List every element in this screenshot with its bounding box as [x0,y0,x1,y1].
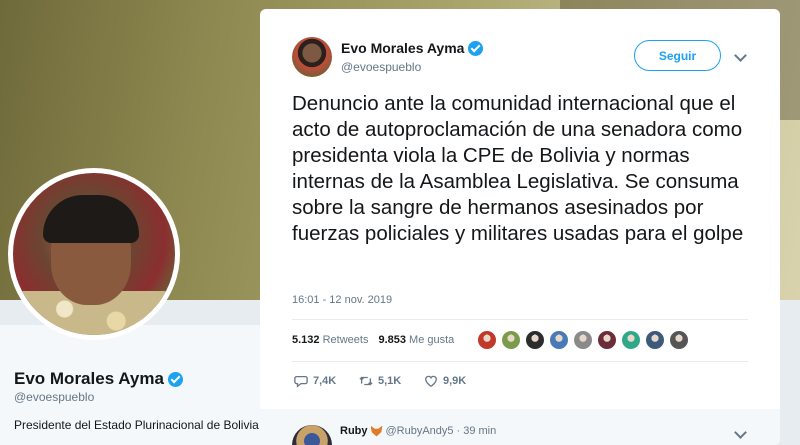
chevron-down-icon[interactable] [734,426,747,439]
like-count: 9,9K [443,375,467,387]
profile-bio: Presidente del Estado Plurinacional de B… [14,418,263,432]
tweet-timestamp[interactable]: 16:01 - 12 nov. 2019 [292,294,392,306]
like-action[interactable]: 9,9K [424,374,489,388]
retweets-label: Retweets [322,334,369,346]
tweet-author-name[interactable]: Evo Morales Ayma [341,40,484,56]
liker-avatar[interactable] [549,330,569,350]
reply-time[interactable]: 39 min [463,425,496,437]
tweet-modal: Evo Morales Ayma @evoespueblo Seguir Den… [260,9,780,445]
follow-button[interactable]: Seguir [634,40,721,71]
liker-avatar[interactable] [573,330,593,350]
reply-item[interactable]: Ruby @RubyAndy5 · 39 min [260,409,780,445]
reply-separator: · [456,425,461,437]
fox-emoji-icon [370,425,383,437]
liker-avatar[interactable] [501,330,521,350]
liker-avatar[interactable] [669,330,689,350]
retweets-count: 5.132 [292,334,320,346]
tweet-author-handle[interactable]: @evoespueblo [341,60,421,74]
profile-name-text: Evo Morales Ayma [14,369,164,388]
reply-action[interactable]: 7,4K [294,374,359,388]
reply-author-handle[interactable]: @RubyAndy5 [386,425,454,437]
tweet-author-avatar[interactable] [292,37,332,77]
liker-avatars [477,330,689,350]
likes-stat[interactable]: 9.853 Me gusta [378,334,454,346]
tweet-author-name-text: Evo Morales Ayma [341,40,465,56]
retweet-icon [359,376,373,386]
reply-author-name[interactable]: Ruby [340,425,368,437]
retweet-action[interactable]: 5,1K [359,374,424,388]
retweets-stat[interactable]: 5.132 Retweets [292,334,368,346]
reply-icon [294,375,308,388]
reply-header: Ruby @RubyAndy5 · 39 min [340,425,496,437]
tweet-stats: 5.132 Retweets 9.853 Me gusta [292,334,454,346]
divider [292,319,748,320]
verified-icon [167,371,183,387]
liker-avatar[interactable] [525,330,545,350]
liker-avatar[interactable] [621,330,641,350]
reply-count: 7,4K [313,375,337,387]
divider [292,361,748,362]
liker-avatar[interactable] [645,330,665,350]
likes-label: Me gusta [409,334,455,346]
tweet-text: Denuncio ante la comunidad internacional… [292,92,744,245]
profile-handle: @evoespueblo [14,390,95,404]
tweet-actions: 7,4K 5,1K 9,9K [294,374,489,388]
profile-name[interactable]: Evo Morales Ayma [14,369,183,389]
likes-count: 9.853 [378,334,406,346]
liker-avatar[interactable] [477,330,497,350]
retweet-count: 5,1K [378,375,402,387]
chevron-down-icon[interactable] [734,49,747,62]
liker-avatar[interactable] [597,330,617,350]
profile-avatar[interactable] [8,168,180,340]
reply-author-avatar[interactable] [292,425,332,445]
heart-icon [425,375,437,388]
verified-icon [468,40,484,56]
